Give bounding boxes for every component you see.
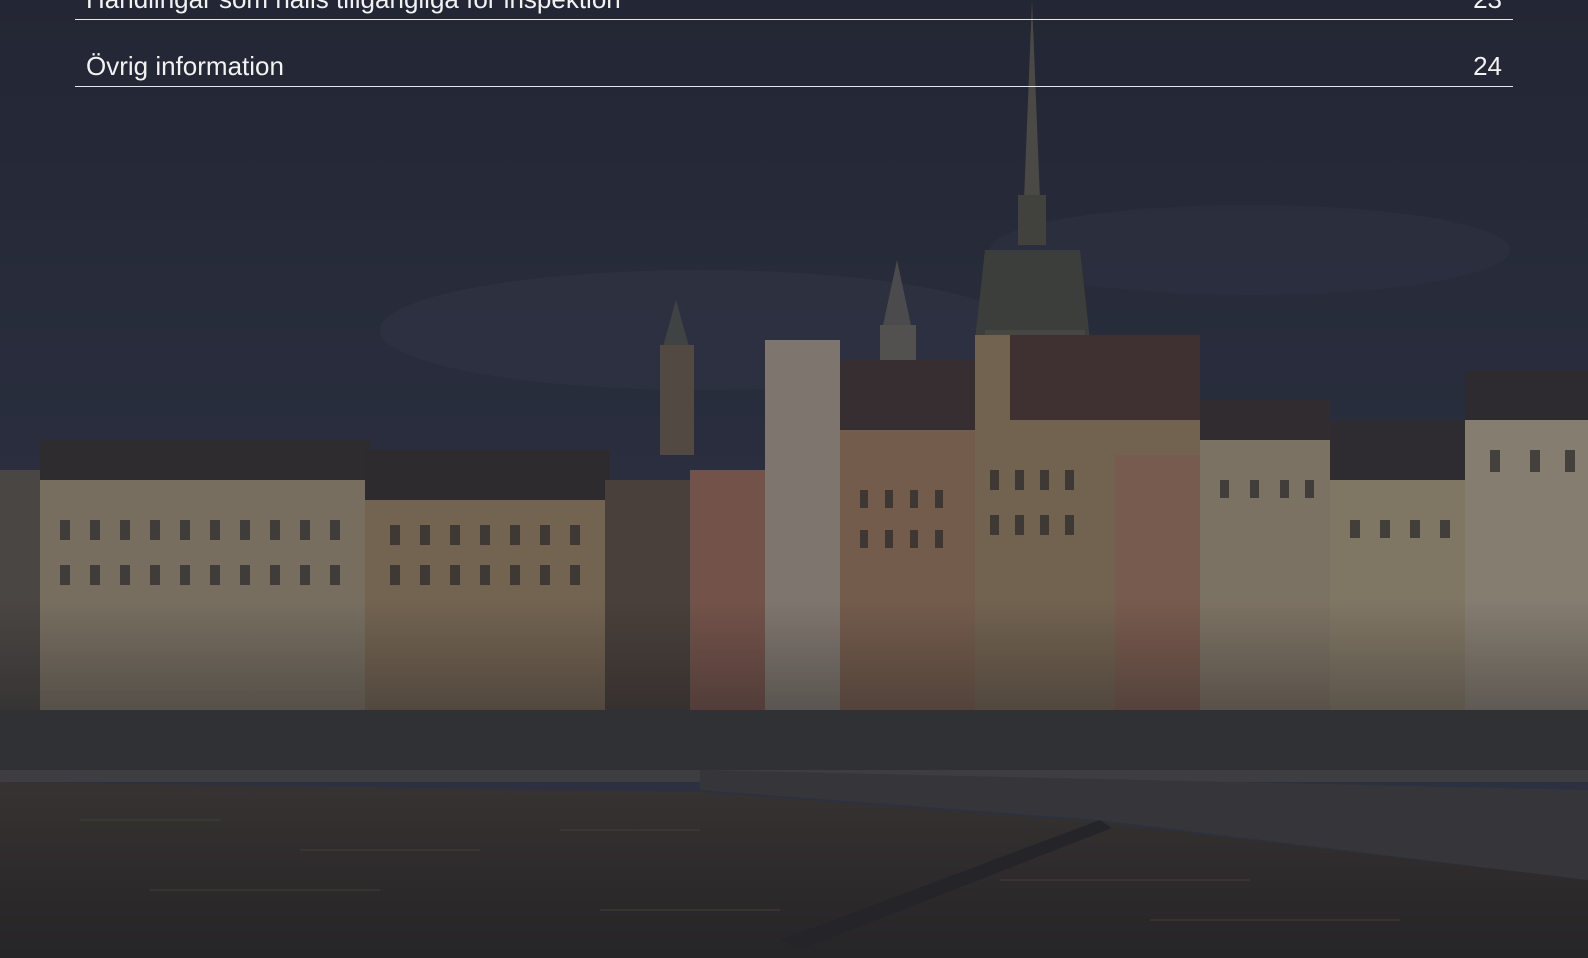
toc-entry-title: Handlingar som hålls tillgängliga för in… <box>86 0 621 14</box>
toc-row-other-information[interactable]: Övrig information 24 <box>75 21 1513 87</box>
toc-page-number: 24 <box>1473 51 1502 81</box>
toc-row-inspection-documents[interactable]: Handlingar som hålls tillgängliga för in… <box>75 0 1513 20</box>
toc-page-number: 23 <box>1473 0 1502 14</box>
background-photo <box>0 0 1588 958</box>
table-of-contents: Handlingar som hålls tillgängliga för in… <box>75 0 1513 87</box>
toc-entry-title: Övrig information <box>86 51 284 81</box>
page: Handlingar som hålls tillgängliga för in… <box>0 0 1588 958</box>
